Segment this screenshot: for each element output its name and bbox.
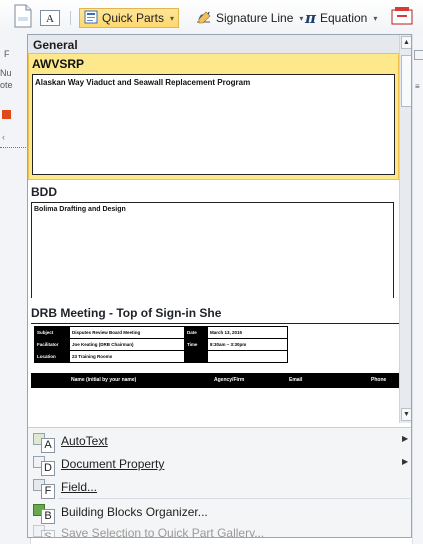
block-title: BDD [31,185,57,199]
scroll-up-icon[interactable]: ▲ [401,36,411,49]
menu-separator [58,498,410,499]
page-button[interactable] [8,2,38,32]
table-cell: Facilitator [34,338,70,351]
table-cell: March 13, 2015 [207,326,288,339]
quick-parts-label: Quick Parts [102,11,165,25]
dotted-divider [0,147,30,148]
building-block-awvsrp[interactable]: AWVSRP Alaskan Way Viaduct and Seawall R… [28,53,399,180]
chevron-down-icon: ▾ [170,13,175,23]
table-cell: Joe Keating (DRB Chairman) [69,338,185,351]
quick-parts-dropdown: General AWVSRP Alaskan Way Viaduct and S… [27,34,412,538]
document-right-area: ≡ [412,34,423,544]
menu-item-label: Save Selection to Quick Part Gallery... [61,526,265,538]
menu-item-label: Document Property [61,457,165,471]
scroll-thumb[interactable] [401,55,411,107]
table-cell: 8:30am – 3:30pm [207,338,288,351]
red-marker-icon [2,110,11,119]
keytip-s: S [41,530,55,537]
small-chevron-icon: ‹ [2,132,5,142]
submenu-arrow-icon: ▶ [402,434,409,443]
table-cell: Disputes Review Board Meeting [69,326,185,339]
grip-icon: ≡ [415,82,420,91]
document-property-icon: D [33,454,55,476]
menu-item-autotext[interactable]: A AutoText ▶ [28,430,411,453]
block-title: AWVSRP [32,57,85,71]
ribbon-insert-text-group: A Quick Parts ▾ Signature Line ▾ π Equat… [0,0,423,35]
left-strip-text: Nu [0,68,12,78]
table-cell: Date [184,326,208,339]
block-preview: Subject Disputes Review Board Meeting Da… [31,323,411,423]
quick-parts-menu: A AutoText ▶ D Document Property ▶ F Fie… [28,427,411,538]
building-block-bdd[interactable]: BDD Bolima Drafting and Design [28,180,399,298]
table-row: Subject Disputes Review Board Meeting Da… [34,326,288,339]
left-strip-text: F [4,49,10,59]
equation-icon: π [305,9,316,27]
table-cell: Subject [34,326,70,339]
autotext-icon: A [33,431,55,453]
textbox-icon: A [40,10,60,26]
table-cell: 23 Training Rooms [69,350,185,363]
keytip-d: D [41,461,55,476]
preview-text: Alaskan Way Viaduct and Seawall Replacem… [35,78,251,87]
table-cell: Time [184,338,208,351]
signature-line-button[interactable]: Signature Line ▾ [192,8,307,28]
menu-item-document-property[interactable]: D Document Property ▶ [28,453,411,476]
preview-border [31,323,411,324]
sign-in-header-bar: Name (initial by your name) Agency/Firm … [31,373,411,388]
field-icon: F [33,477,55,499]
column-header: Name (initial by your name) [71,377,137,383]
equation-button[interactable]: π Equation ▾ [301,8,381,28]
signature-line-label: Signature Line [216,11,294,25]
textbox-glyph: A [46,13,54,25]
column-header: Email [289,377,303,383]
table-cell [184,350,208,363]
menu-item-label: Building Blocks Organizer... [61,505,208,519]
quick-parts-icon [84,10,98,27]
menu-item-save-selection: S Save Selection to Quick Part Gallery..… [28,522,411,538]
save-selection-icon: S [33,523,55,537]
gallery-header: General [28,35,399,53]
signature-line-icon [196,10,212,27]
table-row: Facilitator Joe Keating (DRB Chairman) T… [34,338,288,351]
column-header: Agency/Firm [214,377,245,383]
menu-item-field[interactable]: F Field... [28,476,411,499]
block-preview: Alaskan Way Viaduct and Seawall Replacem… [32,74,395,175]
table-cell: Location [34,350,70,363]
page-icon [12,3,34,32]
equation-label: Equation [319,11,368,25]
keytip-f: F [41,484,55,499]
drb-info-table: Subject Disputes Review Board Meeting Da… [34,326,288,363]
column-header: Phone [371,377,387,383]
menu-item-building-blocks-organizer[interactable]: B Building Blocks Organizer... [28,501,411,524]
small-box-icon [414,50,423,60]
submenu-arrow-icon: ▶ [402,457,409,466]
left-strip-text: ote [0,80,13,90]
keytip-a: A [41,438,55,453]
block-title: DRB Meeting - Top of Sign-in She [31,306,222,320]
object-icon [390,5,414,32]
menu-item-label: AutoText [61,434,108,448]
building-block-drb-meeting[interactable]: DRB Meeting - Top of Sign-in She Subject… [28,298,411,423]
menu-item-label: Field... [61,480,98,494]
chevron-down-icon: ▾ [373,13,378,23]
scroll-down-icon[interactable]: ▼ [401,408,411,421]
preview-text: Bolima Drafting and Design [34,206,126,213]
block-preview: Bolima Drafting and Design [31,202,394,298]
object-button[interactable] [386,4,418,32]
gallery-scrollbar[interactable]: ▲ ▼ [399,35,411,423]
table-cell [207,350,288,363]
textbox-button[interactable]: A [40,8,62,28]
building-blocks-icon: B [33,502,55,524]
quick-parts-button[interactable]: Quick Parts ▾ [79,8,180,28]
table-row: Location 23 Training Rooms [34,350,288,363]
